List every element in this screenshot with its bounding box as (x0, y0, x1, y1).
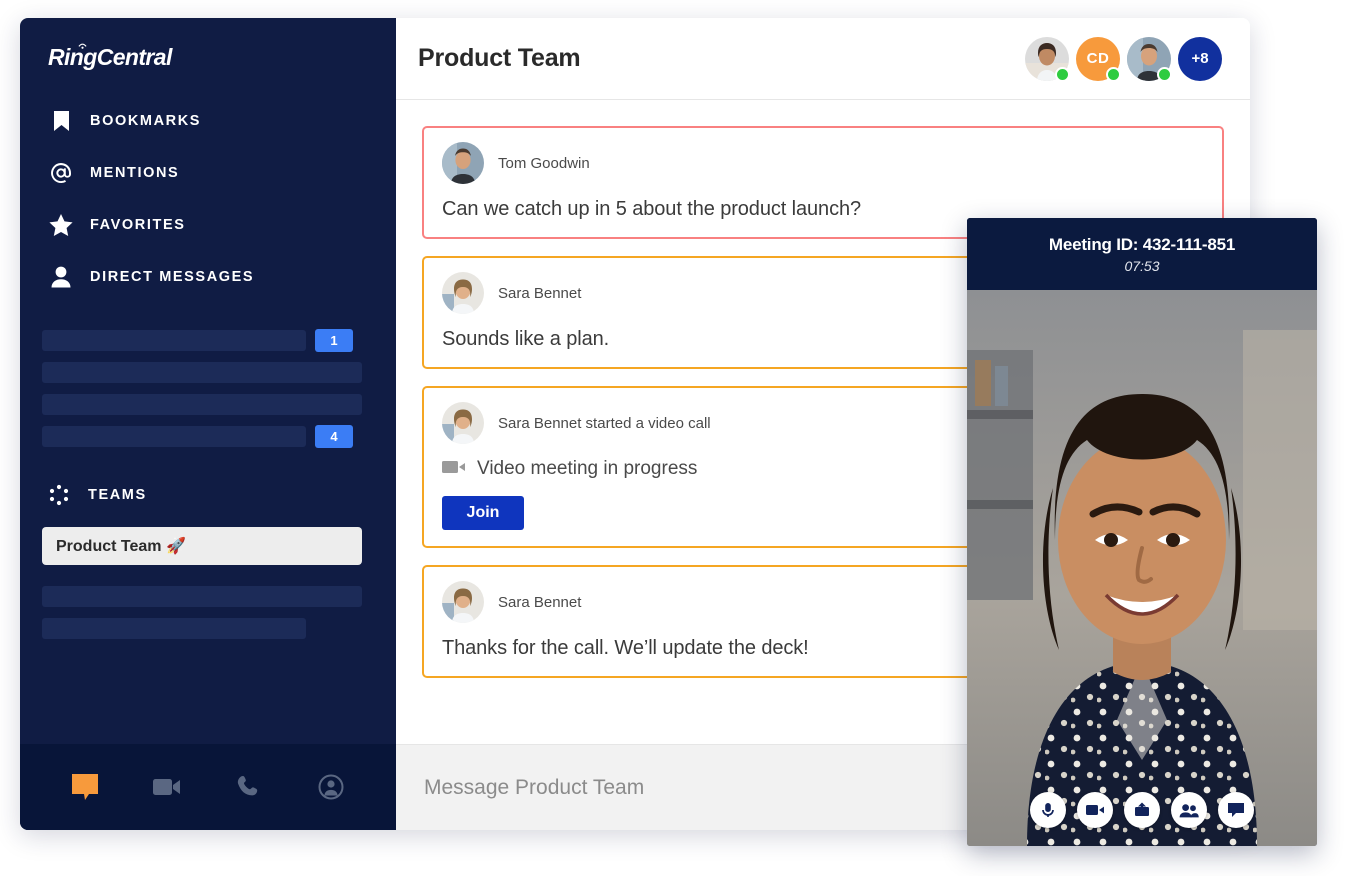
brand-logo: RingCentral (48, 43, 396, 71)
share-screen-icon[interactable] (1124, 792, 1160, 828)
sidebar-bottom-toolbar (20, 744, 396, 830)
dm-placeholder-bar (42, 394, 362, 415)
meeting-timer: 07:53 (1124, 257, 1160, 274)
sidebar-item-label: BOOKMARKS (90, 113, 202, 129)
participant-video-image (967, 290, 1317, 846)
bookmark-icon (48, 108, 74, 134)
team-name-label: Product Team 🚀 (56, 538, 186, 555)
avatar-overflow-count[interactable]: +8 (1178, 36, 1222, 81)
message-author: Tom Goodwin (498, 154, 590, 172)
at-icon (48, 160, 74, 186)
video-participant-feed (967, 290, 1317, 846)
sidebar-nav: BOOKMARKS MENTIONS FAVORITES DIRECT MESS… (20, 95, 396, 303)
avatar[interactable] (1025, 36, 1070, 82)
microphone-icon[interactable] (1030, 792, 1066, 828)
dm-placeholder-bar (42, 362, 362, 383)
participants-icon[interactable] (1171, 792, 1207, 828)
sidebar-item-mentions[interactable]: MENTIONS (20, 147, 396, 199)
avatar-overflow-label: +8 (1178, 36, 1222, 81)
message-input-placeholder: Message Product Team (424, 775, 645, 799)
screenshot-root: RingCentral BOOKMARKS MENTIONS FAVORITES… (0, 0, 1362, 876)
sidebar-item-direct-messages[interactable]: DIRECT MESSAGES (20, 251, 396, 303)
sidebar: RingCentral BOOKMARKS MENTIONS FAVORITES… (20, 18, 396, 830)
team-placeholder-bar (42, 618, 306, 639)
phone-icon[interactable] (234, 772, 264, 802)
list-item[interactable]: 1 (42, 329, 396, 352)
unread-badge: 1 (315, 329, 353, 352)
presence-dot-online (1106, 66, 1121, 82)
brand-logo-text: RingCentral (48, 44, 172, 70)
video-meeting-window: Meeting ID: 432-111-851 07:53 (967, 218, 1317, 846)
sidebar-item-label: DIRECT MESSAGES (90, 269, 255, 285)
sidebar-item-bookmarks[interactable]: BOOKMARKS (20, 95, 396, 147)
message-header: Tom Goodwin (442, 142, 1204, 184)
sidebar-item-favorites[interactable]: FAVORITES (20, 199, 396, 251)
chat-icon[interactable] (70, 772, 100, 802)
dm-placeholder-bar (42, 330, 306, 351)
sidebar-item-label: MENTIONS (90, 165, 180, 181)
meeting-status-text: Video meeting in progress (477, 458, 698, 479)
conversation-header: Product Team CD +8 (396, 18, 1250, 100)
presence-dot-online (1055, 66, 1070, 82)
camera-icon[interactable] (1077, 792, 1113, 828)
contacts-icon[interactable] (316, 772, 346, 802)
meeting-id-label: Meeting ID: 432-111-851 (1048, 234, 1236, 254)
list-item[interactable] (42, 362, 396, 383)
avatar-photo-man (442, 142, 484, 184)
message-author: Sara Bennet (498, 284, 582, 302)
logo-signal-icon (78, 43, 87, 49)
teams-dots-icon (48, 484, 70, 506)
meeting-controls-bar (967, 792, 1317, 828)
join-button[interactable]: Join (442, 496, 524, 530)
teams-section-label: TEAMS (88, 487, 147, 503)
video-camera-icon (442, 459, 467, 480)
list-item[interactable]: 4 (42, 425, 396, 448)
team-list (20, 575, 396, 639)
message-author: Sara Bennet started a video call (498, 414, 711, 432)
sidebar-item-label: FAVORITES (90, 217, 186, 233)
page-title: Product Team (418, 44, 581, 72)
list-item[interactable] (42, 618, 396, 639)
message-author: Sara Bennet (498, 593, 582, 611)
member-avatar-group: CD +8 (1025, 36, 1222, 82)
list-item[interactable] (42, 586, 396, 607)
avatar[interactable] (1127, 36, 1172, 82)
avatar-photo-woman (442, 402, 484, 444)
sidebar-item-product-team[interactable]: Product Team 🚀 (42, 527, 362, 565)
avatar[interactable]: CD (1076, 36, 1121, 82)
unread-badge: 4 (315, 425, 353, 448)
direct-message-list: 1 4 (20, 319, 396, 448)
video-meeting-header: Meeting ID: 432-111-851 07:53 (967, 218, 1317, 290)
team-placeholder-bar (42, 586, 362, 607)
meeting-chat-icon[interactable] (1218, 792, 1254, 828)
list-item[interactable] (42, 394, 396, 415)
avatar-photo-woman (442, 272, 484, 314)
presence-dot-online (1157, 66, 1172, 82)
dm-placeholder-bar (42, 426, 306, 447)
person-icon (48, 264, 74, 290)
avatar-photo-woman (442, 581, 484, 623)
star-icon (48, 212, 74, 238)
teams-section-header: TEAMS (20, 475, 396, 515)
video-icon[interactable] (152, 772, 182, 802)
